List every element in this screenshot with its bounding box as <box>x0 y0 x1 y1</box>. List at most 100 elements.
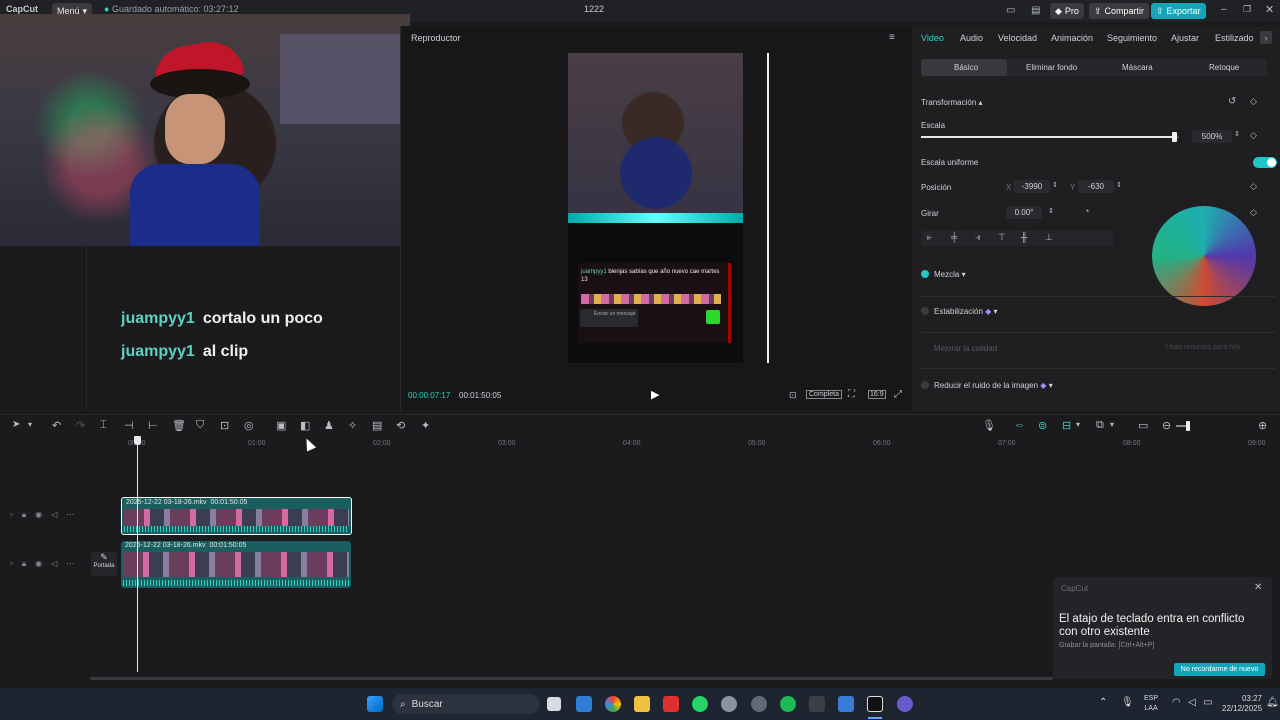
video-preview[interactable]: juampyy1 bienjas sabías que año nuevo ca… <box>568 53 743 363</box>
eye-icon[interactable]: ◉ <box>35 510 42 522</box>
settings-icon[interactable] <box>721 696 737 712</box>
link-icon[interactable]: ⇔ <box>1014 419 1025 431</box>
fullscreen-icon[interactable]: ⤢ <box>894 389 902 400</box>
capcut-icon[interactable] <box>867 696 883 712</box>
play-icon[interactable]: ▶ <box>651 388 659 401</box>
app-icon[interactable] <box>809 696 825 712</box>
zoom-slider-handle[interactable] <box>1186 421 1190 431</box>
subtab-mask[interactable]: Máscara <box>1122 63 1153 72</box>
speed-icon[interactable]: ◎ <box>244 419 254 432</box>
ai-icon[interactable]: ✦ <box>421 419 430 432</box>
shield-app-icon[interactable] <box>838 696 854 712</box>
spotify-icon[interactable] <box>780 696 796 712</box>
wifi-icon[interactable]: ◠ <box>1172 697 1181 708</box>
scale-slider[interactable] <box>921 132 1179 142</box>
eye-icon[interactable]: ◉ <box>35 559 42 571</box>
split-left-icon[interactable]: ⊣ <box>124 419 134 432</box>
clock[interactable]: 03:27 22/12/2025 <box>1222 694 1262 714</box>
tab-tracking[interactable]: Seguimiento <box>1107 33 1157 43</box>
crop-icon[interactable]: ⊡ <box>220 419 229 432</box>
scale-slider-handle[interactable] <box>1171 132 1177 142</box>
align-center-icon[interactable]: ╪ <box>951 232 957 242</box>
lock-icon[interactable]: 🔒︎ <box>22 510 26 522</box>
tab-adjust[interactable]: Ajustar <box>1171 33 1199 43</box>
notification-bell-icon[interactable]: 🔔︎ <box>1266 697 1279 708</box>
export-button[interactable]: ⇧ Exportar <box>1151 3 1206 19</box>
close-icon[interactable]: ✕ <box>1254 582 1262 593</box>
stepper-icon[interactable]: ⇕ <box>1052 181 1058 189</box>
speaker-icon[interactable]: ◁ <box>51 510 57 522</box>
track-visibility-icon[interactable]: ▫ <box>10 510 13 522</box>
magic-icon[interactable]: ✧ <box>348 419 357 432</box>
dismiss-button[interactable]: No recordarme de nuevo <box>1174 663 1265 676</box>
crop-icon[interactable]: ⊡ <box>789 390 797 401</box>
align-left-icon[interactable]: ⫦ <box>927 232 932 243</box>
subtab-basic[interactable]: Básico <box>954 63 978 72</box>
subtab-retouch[interactable]: Retoque <box>1209 63 1239 72</box>
rotate-dial-icon[interactable]: ◔ <box>1084 206 1089 216</box>
cover-button[interactable]: ✎ Portada <box>91 552 117 576</box>
blend-label[interactable]: Mezcla ▾ <box>934 270 966 279</box>
track-visibility-icon[interactable]: ▫ <box>10 559 13 571</box>
battery-icon[interactable]: ▭ <box>1203 697 1212 708</box>
stepper-icon[interactable]: ⇕ <box>1234 130 1240 138</box>
speaker-icon[interactable]: ◁ <box>51 559 57 571</box>
redo-icon[interactable]: ↷ <box>76 419 85 432</box>
task-view-icon[interactable] <box>547 697 561 711</box>
zoom-slider[interactable] <box>1176 421 1190 431</box>
store-icon[interactable] <box>576 696 592 712</box>
stepper-icon[interactable]: ⇕ <box>1048 207 1054 215</box>
mirror-icon[interactable]: ◧ <box>300 419 310 432</box>
tab-video[interactable]: Video <box>921 33 944 43</box>
tab-animation[interactable]: Animación <box>1051 33 1093 43</box>
shortcut-icon[interactable]: ▤ <box>1031 5 1040 16</box>
noise-label[interactable]: Reducir el ruido de la imagen ◆ ▾ <box>934 381 1053 390</box>
blend-checkbox[interactable] <box>921 270 929 278</box>
more-icon[interactable]: ⋯ <box>66 559 74 571</box>
keyframe-icon[interactable]: ◇ <box>1250 96 1257 107</box>
lock-icon[interactable]: 🔒︎ <box>22 559 26 571</box>
snap-icon[interactable]: ⊟ <box>1062 419 1071 432</box>
align-right-icon[interactable]: ⫣ <box>975 232 980 243</box>
align-middle-icon[interactable]: ╫ <box>1021 232 1027 242</box>
stepper-icon[interactable]: ⇕ <box>1116 181 1122 189</box>
chevron-down-icon[interactable]: ▾ <box>1110 420 1114 429</box>
whatsapp-icon[interactable] <box>692 696 708 712</box>
preview-axis-icon[interactable]: ⧉ <box>1096 419 1104 432</box>
magnet-icon[interactable]: ⊜ <box>1038 419 1047 432</box>
ratio-button[interactable]: Completa <box>806 390 842 399</box>
pos-x-field[interactable]: -3990 <box>1014 180 1050 193</box>
scale-value-field[interactable]: 500% <box>1192 130 1232 143</box>
language-indicator[interactable]: ESP LAA <box>1144 694 1158 714</box>
keyframe-icon[interactable]: ◇ <box>1250 207 1257 218</box>
caption-icon[interactable]: ▭ <box>1138 419 1148 432</box>
subtitle-icon[interactable]: ▤ <box>372 419 382 432</box>
app-icon[interactable] <box>751 696 767 712</box>
freeze-icon[interactable]: ▣ <box>276 419 286 432</box>
tab-stylize[interactable]: Estilizado <box>1215 33 1254 43</box>
share-button[interactable]: ⇪ Compartir <box>1089 3 1150 19</box>
zoom-out-icon[interactable]: ⊖ <box>1162 419 1171 432</box>
tab-audio[interactable]: Audio <box>960 33 983 43</box>
keyframe-icon[interactable]: ◇ <box>1250 130 1257 141</box>
split-right-icon[interactable]: ⊢ <box>148 419 158 432</box>
folder-icon[interactable] <box>634 696 650 712</box>
chrome-icon[interactable] <box>605 696 621 712</box>
transform-icon[interactable]: ⟲ <box>396 419 405 432</box>
more-icon[interactable]: ⋯ <box>66 510 74 522</box>
chevron-down-icon[interactable]: ▾ <box>28 420 32 429</box>
microphone-icon[interactable]: 🎙 <box>982 419 996 432</box>
pos-y-field[interactable]: -630 <box>1078 180 1114 193</box>
transform-label[interactable]: Transformación ▴ <box>921 98 983 107</box>
person-icon[interactable]: ♟ <box>324 419 334 432</box>
noise-checkbox[interactable] <box>921 381 929 389</box>
aspect-button[interactable]: 16:9 <box>868 390 886 399</box>
stabilize-label[interactable]: Estabilización ◆ ▾ <box>934 307 998 316</box>
maximize-icon[interactable]: ❐ <box>1243 4 1251 15</box>
chevron-down-icon[interactable]: ▾ <box>1076 420 1080 429</box>
uniform-scale-toggle[interactable] <box>1253 157 1277 168</box>
close-icon[interactable]: ✕ <box>1265 3 1274 16</box>
app-icon[interactable] <box>897 696 913 712</box>
fit-icon[interactable]: ⛶ <box>848 389 855 400</box>
align-top-icon[interactable]: ⊤ <box>998 232 1006 243</box>
